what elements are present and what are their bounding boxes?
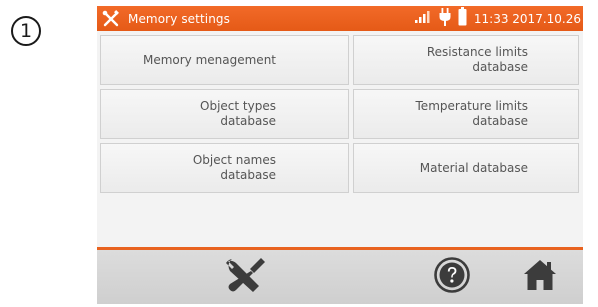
object-names-database-button[interactable]: Object names database	[100, 143, 349, 193]
battery-icon	[458, 7, 467, 30]
tile-label: Memory menagement	[142, 52, 276, 67]
tile-label: Resistance limits database	[426, 45, 528, 74]
step-number-marker: 1	[11, 16, 41, 46]
device-screen: Memory settings 11:33 2017.10.26 Memory …	[97, 6, 583, 304]
tile-label: Object names database	[192, 153, 276, 182]
clock-datetime: 11:33 2017.10.26	[473, 11, 581, 26]
material-database-button[interactable]: Material database	[353, 143, 579, 193]
tile-label: Material database	[419, 160, 528, 175]
bottom-toolbar	[97, 250, 583, 304]
tile-label: Object types database	[200, 99, 276, 128]
step-number: 1	[19, 20, 33, 42]
tile-label: Temperature limits database	[415, 99, 528, 128]
home-button[interactable]	[517, 255, 563, 299]
plug-icon	[439, 7, 451, 30]
settings-button[interactable]	[221, 255, 271, 299]
signal-icon	[414, 9, 432, 28]
help-button[interactable]	[429, 255, 475, 299]
temperature-limits-database-button[interactable]: Temperature limits database	[353, 89, 579, 139]
resistance-limits-database-button[interactable]: Resistance limits database	[353, 35, 579, 85]
status-bar: Memory settings 11:33 2017.10.26	[97, 6, 583, 31]
page: 1 Memory settings 11:33 2017.10.26 Memor…	[0, 0, 598, 307]
help-icon	[434, 257, 470, 297]
object-types-database-button[interactable]: Object types database	[100, 89, 349, 139]
tool-icon	[100, 8, 122, 30]
memory-management-button[interactable]: Memory menagement	[100, 35, 349, 85]
status-indicators: 11:33 2017.10.26	[414, 6, 581, 31]
home-icon	[523, 259, 557, 295]
screen-title: Memory settings	[128, 11, 230, 26]
settings-icon	[224, 255, 268, 299]
